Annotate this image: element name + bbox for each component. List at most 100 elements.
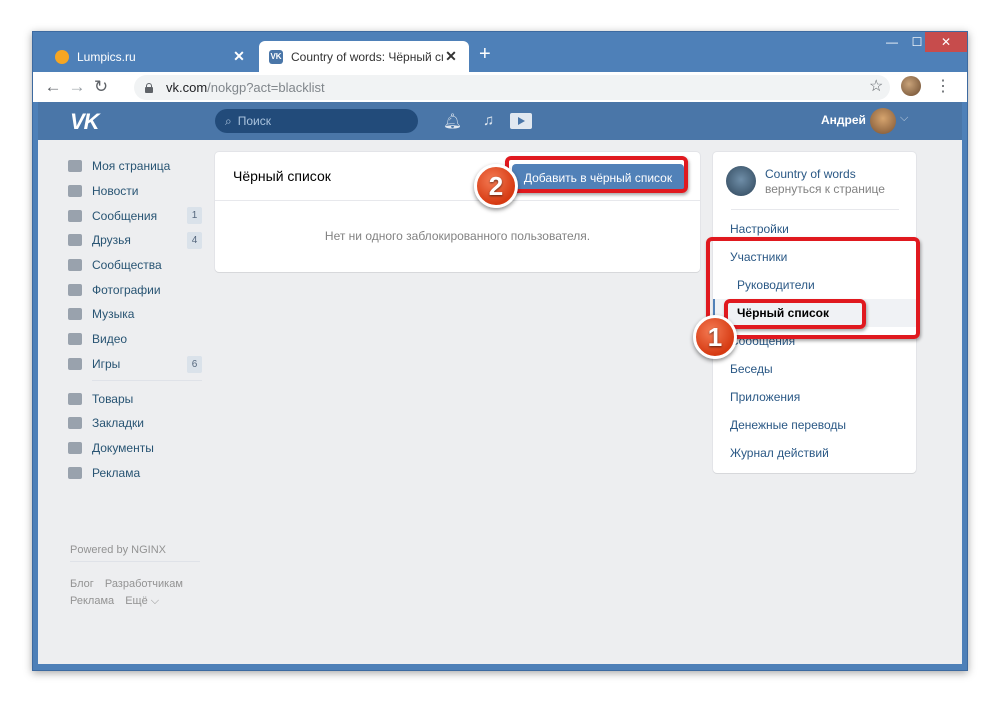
browser-menu-icon[interactable]: ⋮ — [935, 76, 951, 96]
right-menu-money-transfers[interactable]: Денежные переводы — [730, 418, 846, 432]
empty-state-text: Нет ни одного заблокированного пользоват… — [324, 229, 591, 243]
address-bar[interactable]: vk.com/nokgp?act=blacklist — [134, 75, 890, 100]
footer-link-more[interactable]: Ещё ⌵ — [125, 595, 159, 607]
tab-title: Lumpics.ru — [77, 49, 136, 64]
menu-item-video[interactable]: Видео — [68, 327, 202, 352]
bookmarks-icon — [68, 417, 82, 430]
photo-icon — [68, 283, 82, 296]
counter-badge: 6 — [187, 355, 202, 373]
search-placeholder: Поиск — [237, 114, 271, 128]
lock-icon — [144, 82, 154, 93]
user-name[interactable]: Андрей — [821, 113, 866, 127]
menu-item-goods[interactable]: Товары — [68, 386, 202, 411]
left-menu: Моя страница Новости Сообщения 1 Друзья 4 … — [68, 154, 202, 485]
right-menu-chats[interactable]: Беседы — [730, 362, 773, 376]
vk-favicon-icon: VK — [269, 49, 283, 64]
counter-badge: 1 — [187, 207, 202, 225]
powered-by: Powered by NGINX — [70, 544, 166, 556]
url-host: vk.com — [166, 80, 208, 95]
menu-item-messages[interactable]: Сообщения 1 — [68, 203, 202, 228]
menu-item-label: Документы — [92, 440, 154, 455]
menu-item-label: Новости — [92, 184, 139, 199]
back-to-page-link[interactable]: вернуться к странице — [765, 182, 885, 196]
footer-divider — [70, 561, 200, 562]
menu-item-label: Игры — [92, 356, 121, 371]
tab-lumpics[interactable]: Lumpics.ru ✕ — [45, 41, 257, 72]
menu-item-label: Моя страница — [92, 159, 171, 174]
counter-badge: 4 — [187, 232, 202, 250]
video-icon[interactable] — [510, 113, 532, 129]
right-menu-apps[interactable]: Приложения — [730, 390, 800, 404]
menu-item-label: Товары — [92, 391, 134, 406]
documents-icon — [68, 441, 82, 454]
menu-item-label: Реклама — [92, 465, 141, 480]
music-icon[interactable]: ♫ — [483, 112, 494, 129]
menu-item-label: Друзья — [92, 233, 131, 248]
bell-icon[interactable]: 🔔︎ — [443, 112, 462, 130]
footer-link-ads[interactable]: Реклама — [70, 595, 114, 607]
home-icon — [68, 160, 82, 173]
forward-button[interactable]: → — [65, 77, 89, 97]
menu-item-label: Музыка — [92, 307, 135, 322]
messages-icon — [68, 209, 82, 222]
minimize-button[interactable]: — — [879, 32, 905, 52]
menu-divider — [731, 209, 899, 210]
card-divider — [215, 200, 700, 201]
menu-item-label: Сообщения — [92, 208, 158, 223]
reload-button[interactable]: ↻ — [89, 77, 113, 97]
menu-item-news[interactable]: Новости — [68, 179, 202, 204]
menu-item-bookmarks[interactable]: Закладки — [68, 411, 202, 436]
menu-item-label: Закладки — [92, 416, 144, 431]
page-title: Чёрный список — [233, 168, 331, 184]
search-icon: ⌕ — [225, 113, 232, 128]
tab-strip: Lumpics.ru ✕ VK Country of words: Чёрный… — [33, 32, 967, 72]
browser-window: Lumpics.ru ✕ VK Country of words: Чёрный… — [32, 31, 968, 671]
close-tab-icon[interactable]: ✕ — [231, 48, 247, 65]
group-avatar[interactable] — [726, 166, 756, 196]
profile-avatar[interactable] — [901, 76, 921, 96]
menu-item-label: Фотографии — [92, 282, 161, 297]
step-2-badge: 2 — [474, 164, 518, 208]
lumpics-favicon-icon — [55, 49, 69, 64]
bookmark-star-icon[interactable]: ☆ — [869, 76, 883, 96]
tab-title: Country of words: Чёрный списс — [291, 49, 443, 64]
menu-item-label: Видео — [92, 332, 128, 347]
highlight-blacklist-item — [724, 299, 866, 329]
new-tab-button[interactable]: + — [479, 44, 491, 64]
search-input[interactable]: ⌕ Поиск — [215, 109, 418, 133]
menu-item-groups[interactable]: Сообщества — [68, 253, 202, 278]
highlight-add-button — [505, 156, 688, 193]
news-icon — [68, 185, 82, 198]
tab-blacklist[interactable]: VK Country of words: Чёрный списс ✕ — [259, 41, 469, 72]
avatar[interactable] — [870, 108, 896, 134]
right-menu-settings[interactable]: Настройки — [730, 222, 789, 236]
menu-item-ads[interactable]: Реклама — [68, 460, 202, 485]
close-window-button[interactable]: ✕ — [925, 32, 967, 52]
menu-item-games[interactable]: Игры 6 — [68, 352, 202, 377]
chevron-down-icon[interactable]: ⌵ — [900, 112, 908, 125]
right-menu-action-log[interactable]: Журнал действий — [730, 446, 829, 460]
footer-link-blog[interactable]: Блог — [70, 578, 94, 590]
ads-icon — [68, 466, 82, 479]
menu-item-music[interactable]: Музыка — [68, 302, 202, 327]
footer-links-row: Блог Разработчикам — [70, 578, 191, 590]
goods-icon — [68, 392, 82, 405]
menu-item-my-page[interactable]: Моя страница — [68, 154, 202, 179]
footer-link-developers[interactable]: Разработчикам — [105, 578, 183, 590]
menu-divider — [92, 380, 202, 382]
menu-item-photos[interactable]: Фотографии — [68, 277, 202, 302]
group-name-link[interactable]: Country of words — [765, 167, 856, 181]
step-1-badge: 1 — [693, 315, 737, 359]
friends-icon — [68, 234, 82, 247]
menu-item-friends[interactable]: Друзья 4 — [68, 228, 202, 253]
url-path: /nokgp?act=blacklist — [207, 80, 325, 95]
video-icon — [68, 333, 82, 346]
close-tab-icon[interactable]: ✕ — [443, 48, 459, 65]
vk-logo[interactable]: VK — [70, 109, 100, 135]
back-button[interactable]: ← — [41, 77, 65, 97]
screenshot: Lumpics.ru ✕ VK Country of words: Чёрный… — [0, 0, 1000, 704]
menu-item-documents[interactable]: Документы — [68, 436, 202, 461]
music-icon — [68, 308, 82, 321]
groups-icon — [68, 259, 82, 272]
vk-header: VK ⌕ Поиск 🔔︎ ♫ Андрей ⌵ — [38, 102, 962, 140]
